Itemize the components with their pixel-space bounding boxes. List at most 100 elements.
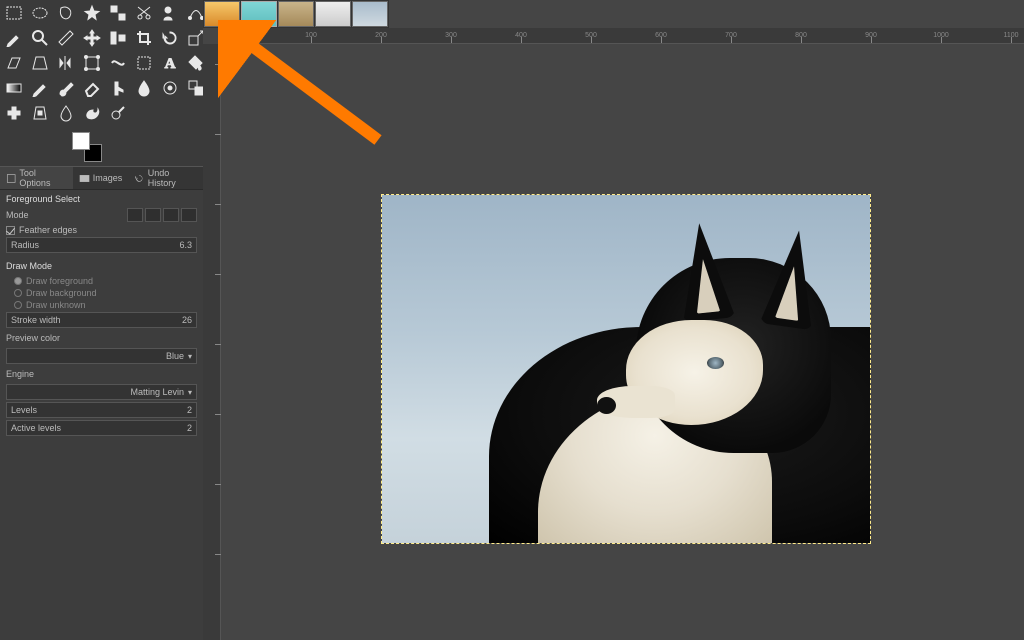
mode-row: Mode xyxy=(6,208,197,222)
tool-smudge[interactable] xyxy=(79,101,104,125)
photo-content xyxy=(382,195,870,543)
ruler-h-label: 400 xyxy=(515,32,527,39)
draw-foreground-radio[interactable]: Draw foreground xyxy=(14,276,197,286)
engine-value: Matting Levin xyxy=(130,387,184,397)
dock-tabs: Tool Options Images Undo History xyxy=(0,166,203,190)
image-tab-standing-figure[interactable] xyxy=(315,1,351,27)
image-tab-landscape-bench[interactable] xyxy=(278,1,314,27)
engine-row: Engine xyxy=(6,367,197,381)
tool-rect-select[interactable] xyxy=(1,1,26,25)
image-tab-portrait-cyan[interactable] xyxy=(241,1,277,27)
radius-slider[interactable]: Radius 6.3 xyxy=(6,237,197,253)
engine-dropdown[interactable]: Matting Levin ▾ xyxy=(6,384,197,400)
stroke-width-value: 26 xyxy=(182,315,192,325)
image-tabs xyxy=(203,0,389,28)
radius-value: 6.3 xyxy=(179,240,192,250)
mode-intersect[interactable] xyxy=(181,208,197,222)
mode-add[interactable] xyxy=(145,208,161,222)
feather-edges-check[interactable]: Feather edges xyxy=(6,225,197,235)
ruler-h-label: 800 xyxy=(795,32,807,39)
viewport[interactable] xyxy=(221,44,1024,640)
left-panel: A Tool Options Images Undo History Foreg… xyxy=(0,0,203,640)
stroke-width-label: Stroke width xyxy=(11,315,61,325)
app-root: A Tool Options Images Undo History Foreg… xyxy=(0,0,1024,640)
tab-label: Undo History xyxy=(148,168,197,188)
tool-measure[interactable] xyxy=(53,26,78,50)
tool-ellipse-select[interactable] xyxy=(27,1,52,25)
tool-warp[interactable] xyxy=(105,51,130,75)
preview-color-row: Preview color xyxy=(6,331,197,345)
levels-value: 2 xyxy=(187,405,192,415)
fg-swatch[interactable] xyxy=(72,132,90,150)
ruler-h-label: 700 xyxy=(725,32,737,39)
tool-color-picker[interactable] xyxy=(1,26,26,50)
active-levels-label: Active levels xyxy=(11,423,61,433)
tool-fuzzy-select[interactable] xyxy=(79,1,104,25)
tool-mypaint[interactable] xyxy=(157,76,182,100)
feather-label: Feather edges xyxy=(19,225,77,235)
tool-foreground-select[interactable] xyxy=(157,1,182,25)
mode-label: Mode xyxy=(6,210,29,220)
color-swatches[interactable] xyxy=(72,132,102,162)
tool-heal[interactable] xyxy=(1,101,26,125)
canvas-area: 010020030040050060070080090010001100 xyxy=(203,0,1024,640)
horizontal-ruler[interactable]: 010020030040050060070080090010001100 xyxy=(221,28,1024,44)
radius-label: Radius xyxy=(11,240,39,250)
tab-label: Images xyxy=(93,173,123,183)
mode-icons xyxy=(127,208,197,222)
chevron-down-icon: ▾ xyxy=(188,388,192,397)
tab-tool-options[interactable]: Tool Options xyxy=(0,167,73,189)
ruler-h-label: 1000 xyxy=(933,32,949,39)
tool-scissors[interactable] xyxy=(131,1,156,25)
tool-eraser[interactable] xyxy=(79,76,104,100)
tool-align[interactable] xyxy=(105,26,130,50)
active-levels-slider[interactable]: Active levels 2 xyxy=(6,420,197,436)
image-tab-husky-dog[interactable] xyxy=(352,1,388,27)
tool-paintbrush[interactable] xyxy=(53,76,78,100)
tab-undo-history[interactable]: Undo History xyxy=(128,167,203,189)
ruler-h-label: 0 xyxy=(239,32,243,39)
tool-cage[interactable] xyxy=(79,51,104,75)
tool-flip[interactable] xyxy=(53,51,78,75)
tool-by-color-select[interactable] xyxy=(105,1,130,25)
mode-subtract[interactable] xyxy=(163,208,179,222)
levels-label: Levels xyxy=(11,405,37,415)
tool-shear[interactable] xyxy=(1,51,26,75)
draw-mode-header: Draw Mode xyxy=(6,259,197,273)
stroke-width-slider[interactable]: Stroke width 26 xyxy=(6,312,197,328)
preview-color-dropdown[interactable]: Blue ▾ xyxy=(6,348,197,364)
tool-ink[interactable] xyxy=(131,76,156,100)
tool-unified-transform[interactable] xyxy=(131,51,156,75)
levels-slider[interactable]: Levels 2 xyxy=(6,402,197,418)
draw-background-radio[interactable]: Draw background xyxy=(14,288,197,298)
tool-free-select[interactable] xyxy=(53,1,78,25)
tab-images[interactable]: Images xyxy=(73,167,129,189)
ruler-h-label: 200 xyxy=(375,32,387,39)
svg-text:A: A xyxy=(164,56,175,72)
tool-move[interactable] xyxy=(79,26,104,50)
tool-rotate[interactable] xyxy=(157,26,182,50)
ruler-h-label: 100 xyxy=(305,32,317,39)
tool-gradient[interactable] xyxy=(1,76,26,100)
vertical-ruler[interactable] xyxy=(203,44,221,640)
tool-options-panel: Foreground Select Mode Feather edges Rad… xyxy=(0,190,203,640)
tool-options-title: Foreground Select xyxy=(6,194,197,204)
tool-blur-sharpen[interactable] xyxy=(53,101,78,125)
ruler-h-label: 300 xyxy=(445,32,457,39)
tool-pencil[interactable] xyxy=(27,76,52,100)
image-tab-person-sunset[interactable] xyxy=(204,1,240,27)
tool-perspective[interactable] xyxy=(27,51,52,75)
tool-perspective-clone[interactable] xyxy=(27,101,52,125)
draw-unknown-radio[interactable]: Draw unknown xyxy=(14,300,197,310)
chevron-down-icon: ▾ xyxy=(188,352,192,361)
tool-airbrush[interactable] xyxy=(105,76,130,100)
preview-color-value: Blue xyxy=(166,351,184,361)
mode-replace[interactable] xyxy=(127,208,143,222)
canvas-image[interactable] xyxy=(381,194,871,544)
engine-label: Engine xyxy=(6,369,34,379)
tool-text[interactable]: A xyxy=(157,51,182,75)
tool-zoom[interactable] xyxy=(27,26,52,50)
tool-dodge-burn[interactable] xyxy=(105,101,130,125)
ruler-h-label: 900 xyxy=(865,32,877,39)
tool-crop[interactable] xyxy=(131,26,156,50)
